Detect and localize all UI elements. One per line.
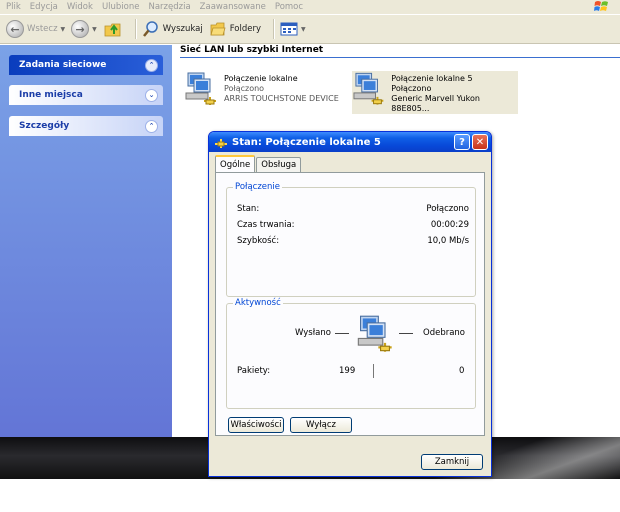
network-connection-icon xyxy=(185,72,216,105)
dialog-title-bar[interactable]: Stan: Połączenie lokalne 5 ? ✕ xyxy=(209,132,491,152)
menu-advanced[interactable]: Zaawansowane xyxy=(200,2,266,12)
menu-bar: Plik Edycja Widok Ulubione Narzędzia Zaa… xyxy=(0,0,620,14)
sidebar-item-other-places[interactable]: Inne miejsca ⌄ xyxy=(9,85,163,105)
connection-status: Połączono xyxy=(224,84,265,93)
speed-label: Szybkość: xyxy=(237,236,280,246)
status-value: Połączono xyxy=(426,204,469,214)
connection-device: ARRIS TOUCHSTONE DEVICE xyxy=(224,94,339,103)
tab-support[interactable]: Obsługa xyxy=(256,157,302,172)
sidebar-item-label: Zadania sieciowe xyxy=(19,60,107,70)
menu-view[interactable]: Widok xyxy=(67,2,93,12)
chevron-down-icon[interactable]: ⌄ xyxy=(145,88,158,102)
connection-device: Generic Marvell Yukon 88E805... xyxy=(391,94,480,113)
status-dialog: Stan: Połączenie lokalne 5 ? ✕ Ogólne Ob… xyxy=(208,131,492,477)
packets-label: Pakiety: xyxy=(237,366,271,376)
connection-item-local[interactable]: Połączenie lokalne Połączono ARRIS TOUCH… xyxy=(184,71,339,107)
toolbar-separator xyxy=(134,19,136,39)
duration-label: Czas trwania: xyxy=(237,220,295,230)
connection-name: Połączenie lokalne 5 xyxy=(391,74,473,83)
properties-button[interactable]: Właściwości xyxy=(228,417,284,433)
speed-row: Szybkość: 10,0 Mb/s xyxy=(237,236,469,246)
search-icon xyxy=(142,21,158,37)
forward-arrow-icon: → xyxy=(71,20,90,38)
window-root: Plik Edycja Widok Ulubione Narzędzia Zaa… xyxy=(0,0,620,512)
search-button[interactable]: Wyszukaj xyxy=(142,20,203,38)
close-button[interactable]: Zamknij xyxy=(421,454,483,470)
disable-button[interactable]: Wyłącz xyxy=(290,417,352,433)
sidebar-item-details[interactable]: Szczegóły ⌃ xyxy=(9,116,163,136)
packets-sent-value: 199 xyxy=(339,366,356,376)
menu-help[interactable]: Pomoc xyxy=(275,2,303,12)
help-button[interactable]: ? xyxy=(454,134,470,150)
network-plug-icon xyxy=(215,139,227,148)
sent-line xyxy=(335,333,349,334)
chevron-up-icon[interactable]: ⌃ xyxy=(145,58,158,72)
connection-group-label: Połączenie xyxy=(233,182,282,192)
chevron-down-icon[interactable]: ▼ xyxy=(61,26,66,33)
tab-strip: Ogólne Obsługa xyxy=(215,155,302,172)
folders-button[interactable]: Foldery xyxy=(209,20,261,38)
packets-divider xyxy=(373,364,374,378)
dialog-title: Stan: Połączenie lokalne 5 xyxy=(232,136,381,148)
back-button[interactable]: ← Wstecz ▼ xyxy=(6,20,65,38)
sent-label: Wysłano xyxy=(295,328,331,338)
menu-favorites[interactable]: Ulubione xyxy=(102,2,140,12)
search-label: Wyszukaj xyxy=(162,24,203,34)
speed-value: 10,0 Mb/s xyxy=(427,236,469,246)
chevron-down-icon[interactable]: ▼ xyxy=(92,26,97,33)
views-button[interactable]: ▼ xyxy=(280,21,306,37)
sidebar-item-network-tasks[interactable]: Zadania sieciowe ⌃ xyxy=(9,55,163,75)
packets-received-value: 0 xyxy=(459,366,465,376)
tab-panel-general: Połączenie Stan: Połączono Czas trwania:… xyxy=(215,172,485,436)
task-pane: Zadania sieciowe ⌃ Inne miejsca ⌄ Szczeg… xyxy=(0,45,172,437)
toolbar-separator xyxy=(273,19,274,39)
connection-status: Połączono xyxy=(391,84,432,93)
connection-groupbox: Połączenie Stan: Połączono Czas trwania:… xyxy=(226,182,476,297)
back-label: Wstecz xyxy=(27,24,58,34)
back-arrow-icon: ← xyxy=(6,20,24,38)
duration-row: Czas trwania: 00:00:29 xyxy=(237,220,469,230)
folders-label: Foldery xyxy=(229,24,261,34)
chevron-down-icon[interactable]: ▼ xyxy=(301,26,306,33)
menu-tools[interactable]: Narzędzia xyxy=(148,2,190,12)
sidebar-item-label: Szczegóły xyxy=(19,121,70,131)
sidebar-item-label: Inne miejsca xyxy=(19,90,83,100)
windows-logo-icon xyxy=(594,1,608,11)
folders-icon xyxy=(210,22,226,36)
connection-name: Połączenie lokalne xyxy=(224,74,298,83)
status-label: Stan: xyxy=(237,204,260,214)
network-connection-icon xyxy=(353,72,384,105)
received-line xyxy=(399,333,413,334)
received-label: Odebrano xyxy=(423,328,466,338)
forward-button[interactable]: → ▼ xyxy=(71,20,97,38)
status-row: Stan: Połączono xyxy=(237,204,469,214)
menu-file[interactable]: Plik xyxy=(6,2,21,12)
duration-value: 00:00:29 xyxy=(430,220,469,230)
views-icon xyxy=(280,22,298,36)
close-icon[interactable]: ✕ xyxy=(472,134,488,150)
up-folder-button[interactable] xyxy=(103,20,123,38)
chevron-up-icon[interactable]: ⌃ xyxy=(145,119,158,133)
network-activity-icon xyxy=(357,315,392,352)
folder-up-icon xyxy=(104,23,121,37)
menu-edit[interactable]: Edycja xyxy=(30,2,58,12)
activity-groupbox: Aktywność Wysłano Odebrano Pakiety: 199 xyxy=(226,298,476,409)
tab-general[interactable]: Ogólne xyxy=(215,155,256,172)
toolbar: ← Wstecz ▼ → ▼ Wyszukaj Foldery ▼ xyxy=(0,14,620,44)
connection-item-local-5[interactable]: Połączenie lokalne 5 Połączono Generic M… xyxy=(352,71,518,114)
group-header: Sieć LAN lub szybki Internet xyxy=(180,45,620,58)
activity-group-label: Aktywność xyxy=(233,298,283,308)
